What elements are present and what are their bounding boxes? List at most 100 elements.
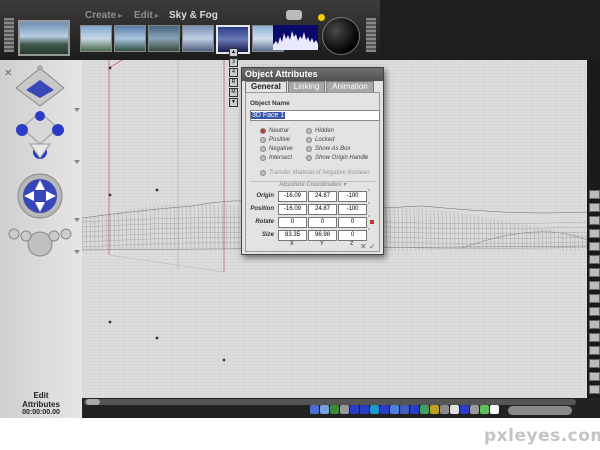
side-button-4[interactable]: R — [229, 78, 238, 87]
size-y-field[interactable]: 96.98 — [308, 230, 337, 241]
right-tool-button[interactable] — [589, 385, 600, 394]
lock-proportions-icon[interactable] — [370, 220, 374, 224]
option-show-origin-handle[interactable]: Show Origin Handle — [306, 155, 368, 161]
origin-x-field[interactable]: -16.09 — [278, 191, 307, 202]
side-button-2[interactable]: 3 — [229, 58, 238, 67]
sky-preset-2[interactable] — [114, 25, 146, 52]
cancel-button[interactable]: ✕ — [360, 242, 367, 251]
dialog-title[interactable]: Object Attributes — [242, 68, 383, 81]
primitive-tool-icon[interactable] — [450, 405, 459, 414]
menu-sky-fog[interactable]: Sky & Fog — [169, 10, 218, 21]
rotate-x-field[interactable]: 0 — [278, 217, 307, 228]
option-hidden[interactable]: Hidden — [306, 128, 334, 134]
option-positive[interactable]: Positive — [260, 137, 290, 143]
option-neutral[interactable]: Neutral — [260, 128, 288, 134]
position-x-field[interactable]: -16.09 — [278, 204, 307, 215]
side-button-6[interactable]: ▼ — [229, 98, 238, 107]
right-tool-button[interactable] — [589, 281, 600, 290]
option-negative[interactable]: Negative — [260, 146, 293, 152]
sky-preset-strip — [80, 25, 284, 54]
panel-dropdown-arrows[interactable] — [74, 108, 80, 254]
right-tool-button[interactable] — [589, 229, 600, 238]
right-tool-button[interactable] — [589, 203, 600, 212]
toolbar-grip-left[interactable] — [4, 18, 14, 52]
primitive-tool-icon[interactable] — [410, 405, 419, 414]
menu-create[interactable]: Create ▸ — [85, 10, 122, 21]
object-move-widget[interactable] — [15, 65, 65, 107]
primitive-tool-icon[interactable] — [340, 405, 349, 414]
zoom-spheres-widget[interactable] — [8, 228, 72, 257]
ok-button[interactable]: ✓ — [369, 242, 376, 251]
primitive-tool-icon[interactable] — [380, 405, 389, 414]
origin-y-field[interactable]: 24.87 — [308, 191, 337, 202]
sun-position-ball[interactable] — [322, 17, 360, 55]
move-arrows-widget[interactable] — [17, 173, 63, 219]
rotate-widget[interactable] — [16, 111, 64, 159]
coordinates-mode-dropdown[interactable]: Absolute Coordinates ▾ — [246, 181, 379, 188]
right-tool-button[interactable] — [589, 255, 600, 264]
right-tool-button[interactable] — [589, 190, 600, 199]
option-transfer-material[interactable]: Transfer Material of Negative Boolean — [260, 170, 370, 176]
sun-icon[interactable] — [318, 14, 325, 21]
primitive-tool-icon[interactable] — [430, 405, 439, 414]
right-tool-button[interactable] — [589, 359, 600, 368]
menu-edit[interactable]: Edit ▸ — [134, 10, 159, 21]
object-name-field[interactable]: 3D Face 1 — [250, 110, 380, 121]
option-intersect[interactable]: Intersect — [260, 155, 292, 161]
row-label-size: Size — [261, 232, 274, 238]
close-panel-icon[interactable]: ✕ — [4, 68, 12, 79]
primitive-tool-icon[interactable] — [440, 405, 449, 414]
primitive-tool-icon[interactable] — [330, 405, 339, 414]
primitive-tool-icon[interactable] — [310, 405, 319, 414]
right-tool-button[interactable] — [589, 294, 600, 303]
viewport-side-buttons: ▲ 3 4 R M ▼ — [229, 48, 238, 107]
option-show-as-box[interactable]: Show As Box — [306, 146, 350, 152]
axis-label-x: X — [290, 241, 294, 247]
right-tool-button[interactable] — [589, 216, 600, 225]
tab-general[interactable]: General — [245, 81, 287, 92]
fog-waveform-preview[interactable] — [273, 25, 318, 50]
row-label-origin: Origin — [256, 193, 274, 199]
primitive-tool-icon[interactable] — [420, 405, 429, 414]
position-y-field[interactable]: 24.87 — [308, 204, 337, 215]
checkbox-off-icon — [260, 170, 266, 176]
origin-z-field[interactable]: -100 — [338, 191, 367, 202]
primitive-tool-icon[interactable] — [470, 405, 479, 414]
right-tool-button[interactable] — [589, 320, 600, 329]
tab-linking[interactable]: Linking — [287, 81, 326, 92]
side-button-3[interactable]: 4 — [229, 68, 238, 77]
rotate-y-field[interactable]: 0 — [308, 217, 337, 228]
current-sky-preview[interactable] — [18, 20, 70, 56]
primitive-tool-icon[interactable] — [490, 405, 499, 414]
sky-preset-3[interactable] — [148, 25, 180, 52]
primitive-tool-icon[interactable] — [360, 405, 369, 414]
position-z-field[interactable]: -100 — [338, 204, 367, 215]
primitive-tool-icon[interactable] — [480, 405, 489, 414]
playback-controls[interactable] — [508, 406, 572, 415]
right-tool-button[interactable] — [589, 372, 600, 381]
right-tool-button[interactable] — [589, 346, 600, 355]
primitive-tool-icon[interactable] — [370, 405, 379, 414]
toolbar-grip-right[interactable] — [366, 18, 376, 52]
size-x-field[interactable]: 83.35 — [278, 230, 307, 241]
primitive-tool-icon[interactable] — [460, 405, 469, 414]
right-tool-button[interactable] — [589, 242, 600, 251]
side-button-5[interactable]: M — [229, 88, 238, 97]
side-button-1[interactable]: ▲ — [229, 48, 238, 57]
camera-icon[interactable] — [286, 10, 302, 20]
rotate-z-field[interactable]: 0 — [338, 217, 367, 228]
checkbox-off-icon — [306, 146, 312, 152]
option-locked[interactable]: Locked — [306, 137, 334, 143]
sky-preset-4[interactable] — [182, 25, 214, 52]
primitive-tool-icon[interactable] — [350, 405, 359, 414]
right-tool-button[interactable] — [589, 307, 600, 316]
primitive-tool-icon[interactable] — [390, 405, 399, 414]
size-z-field[interactable]: 0 — [338, 230, 367, 241]
timeline-scroll-knob[interactable] — [86, 399, 100, 405]
right-tool-button[interactable] — [589, 268, 600, 277]
tab-animation[interactable]: Animation — [326, 81, 374, 92]
sky-preset-1[interactable] — [80, 25, 112, 52]
primitive-tool-icon[interactable] — [400, 405, 409, 414]
right-tool-button[interactable] — [589, 333, 600, 342]
primitive-tool-icon[interactable] — [320, 405, 329, 414]
